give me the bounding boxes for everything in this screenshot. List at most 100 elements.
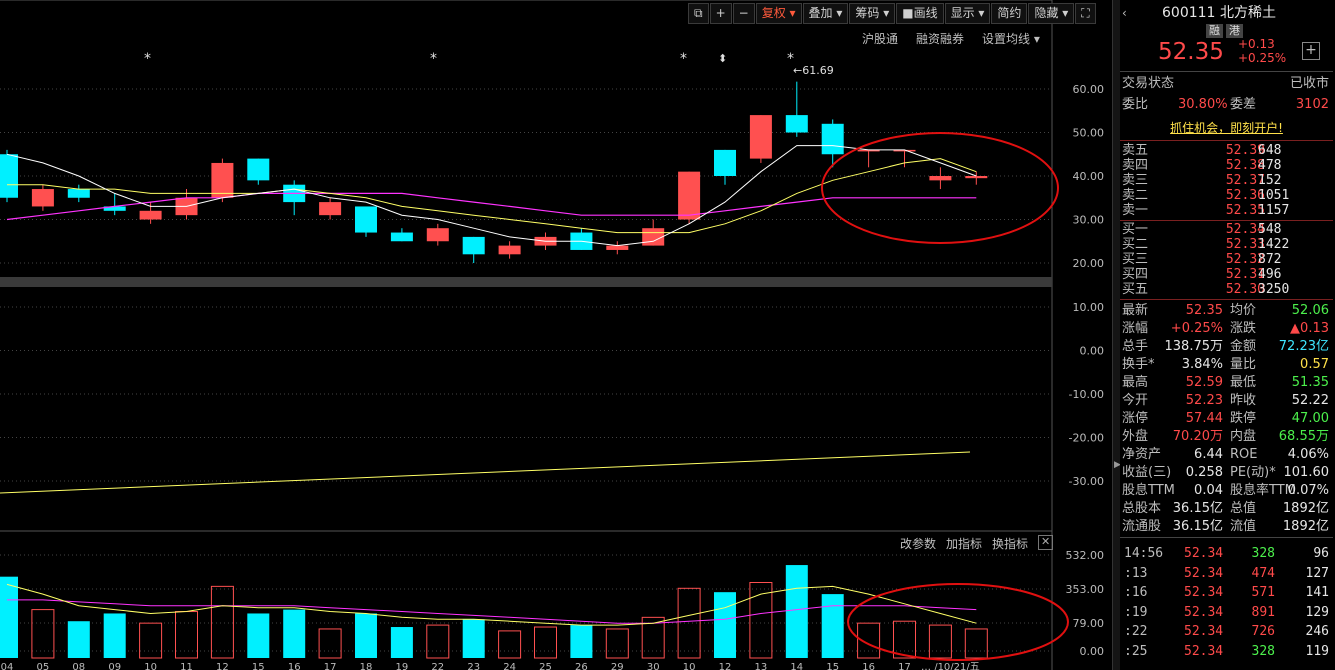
tick-volume: 571 — [1251, 585, 1275, 600]
stat-value: 138.75万 — [1164, 339, 1224, 354]
candle-body — [319, 202, 342, 216]
x-tick-label: 16 — [862, 662, 875, 670]
close-icon[interactable]: ✕ — [1038, 535, 1054, 550]
tick-row[interactable]: :25 52.34 328 119 — [1120, 643, 1333, 661]
axis-tick-label: 20.00 — [1073, 257, 1105, 270]
main-grid — [0, 88, 1052, 264]
volume-bar — [67, 621, 90, 658]
axis-tick-label: 10.00 — [1073, 301, 1105, 314]
event-arrow-marker[interactable]: ⬍ — [718, 52, 727, 65]
pane-splitter[interactable] — [0, 277, 1052, 287]
candles-group — [0, 81, 988, 263]
volume-bar — [498, 630, 522, 659]
candle-body — [749, 115, 772, 159]
mid-axis: 10.00 0.00 -10.00 -20.00 -30.00 — [1069, 301, 1104, 488]
stat-value: 47.00 — [1291, 411, 1329, 426]
candle-body — [0, 154, 18, 198]
volume-bar — [964, 628, 988, 659]
overlay-menu[interactable]: 叠加 ▾ — [802, 3, 849, 24]
axis-tick-label: 0.00 — [1080, 645, 1105, 658]
wc-value: 3102 — [1295, 97, 1329, 112]
tick-volume: 474 — [1251, 565, 1275, 581]
ask-row[interactable]: 卖一 52.35 1157 — [1120, 202, 1333, 220]
lock-icon[interactable]: ⧉ — [688, 3, 709, 24]
x-tick-label: 11 — [180, 662, 193, 670]
candle-body — [462, 236, 485, 255]
brief-button[interactable]: 简约 — [991, 3, 1028, 24]
add-indicator-button[interactable]: 加指标 — [946, 535, 982, 552]
volume-bar — [785, 565, 808, 658]
volume-bar — [928, 624, 952, 659]
display-menu[interactable]: 显示 ▾ — [944, 3, 991, 24]
tick-row[interactable]: 14:56 52.34 328 96 — [1120, 545, 1333, 563]
hgt-link[interactable]: 沪股通 — [862, 30, 898, 47]
fullscreen-icon[interactable]: ⛶ — [1075, 3, 1096, 24]
stock-code: 600111 — [1162, 5, 1216, 21]
hide-menu[interactable]: 隐藏 ▾ — [1028, 3, 1075, 24]
tick-row[interactable]: :22 52.34 726 246 — [1120, 623, 1333, 641]
stat-label: 外盘 — [1122, 429, 1149, 444]
event-star-marker[interactable]: * — [680, 51, 687, 67]
candle-body — [355, 206, 377, 233]
stat-value: 101.60 — [1283, 465, 1330, 480]
kline-chart-area[interactable]: 60.00 50.00 40.00 30.00 20.00 * * * ⬍ * ←61.… — [0, 0, 1112, 670]
x-tick-label: 19 — [396, 662, 409, 670]
tick-row[interactable]: :19 52.34 891 129 — [1120, 604, 1333, 622]
tick-volume: 328 — [1251, 546, 1275, 561]
fuquan-menu[interactable]: 复权 ▾ — [755, 3, 802, 24]
x-tick-label: 12 — [719, 662, 732, 670]
zoom-in-button[interactable]: + — [709, 3, 732, 24]
kline-chart-svg[interactable]: 60.0050.0040.0030.0020.00 * * * ⬍ * ←61.… — [0, 0, 1112, 670]
stat-value: 57.44 — [1185, 411, 1223, 426]
tick-count: 127 — [1305, 565, 1329, 581]
axis-tick-label: 532.00 — [1066, 549, 1105, 562]
promo-row: 抓住机会，即刻开户! — [1120, 119, 1333, 137]
tick-count: 96 — [1313, 546, 1329, 561]
chevron-left-icon[interactable]: ‹ — [1122, 4, 1127, 22]
price-change-pct: +0.25% — [1238, 51, 1287, 65]
stat-label: 跌停 — [1230, 411, 1257, 426]
add-watchlist-icon[interactable]: + — [1302, 42, 1320, 60]
x-axis-ticks: 04 05 08 09 10 11 12 15 16 17 18 19 22 23 24 25 26 29 30 10… — [1, 662, 980, 670]
volume-bar — [355, 613, 377, 658]
change-params-button[interactable]: 改参数 — [900, 535, 936, 552]
main-price-axis: 60.00 50.00 40.00 30.00 20.00 — [1073, 83, 1105, 270]
stat-label: 内盘 — [1230, 429, 1257, 444]
tick-row[interactable]: :16 52.34 571 141 — [1120, 584, 1333, 602]
tick-row[interactable]: :13 52.34 474 127 — [1120, 565, 1333, 583]
wc-label: 委差 — [1230, 97, 1257, 112]
x-tick-label: 17 — [324, 662, 337, 670]
status-value: 已收市 — [1289, 76, 1329, 91]
volume-bar — [893, 620, 916, 659]
ma-settings-menu[interactable]: 设置均线 ▾ — [982, 30, 1040, 47]
chip-button[interactable]: 筹码 ▾ — [849, 3, 896, 24]
indicator-bar: 改参数 加指标 换指标 ✕ — [900, 535, 1054, 552]
volume-bar — [139, 622, 163, 659]
stat-label: 换手* — [1122, 357, 1155, 372]
wb-label: 委比 — [1122, 97, 1149, 112]
bid-row[interactable]: 买五 52.30 3250 — [1120, 281, 1333, 299]
stock-name: 北方稀土 — [1220, 5, 1276, 21]
volume-bar — [534, 626, 557, 659]
stat-label: 净资产 — [1122, 447, 1162, 462]
margin-link[interactable]: 融资融券 — [916, 30, 964, 47]
x-tick-label: 04 — [1, 662, 14, 670]
ratio-row: 委比 30.80% 委差 3102 — [1120, 96, 1333, 114]
event-star-marker[interactable]: * — [144, 51, 151, 67]
event-star-marker[interactable]: * — [430, 51, 437, 67]
x-tick-label: 15 — [252, 662, 265, 670]
axis-tick-label: -10.00 — [1069, 388, 1104, 401]
stock-header: ‹ 600111 北方稀土 — [1120, 4, 1333, 24]
switch-indicator-button[interactable]: 换指标 — [992, 535, 1028, 552]
candle-body — [390, 232, 413, 242]
draw-line-button[interactable]: ■画线 — [896, 3, 944, 24]
tick-count: 129 — [1305, 604, 1329, 620]
zoom-out-button[interactable]: − — [732, 3, 755, 24]
tick-volume: 328 — [1251, 643, 1275, 659]
chart-toolbar: ⧉ + − 复权 ▾ 叠加 ▾ 筹码 ▾ ■画线 显示 ▾ 简约 隐藏 ▾ ⛶ — [688, 3, 1097, 24]
candle-body — [642, 228, 665, 246]
tick-price: 52.34 — [1184, 624, 1224, 639]
tick-time: :25 — [1124, 643, 1148, 659]
promo-link[interactable]: 抓住机会，即刻开户! — [1170, 121, 1283, 135]
x-tick-label: 30 — [647, 662, 660, 670]
